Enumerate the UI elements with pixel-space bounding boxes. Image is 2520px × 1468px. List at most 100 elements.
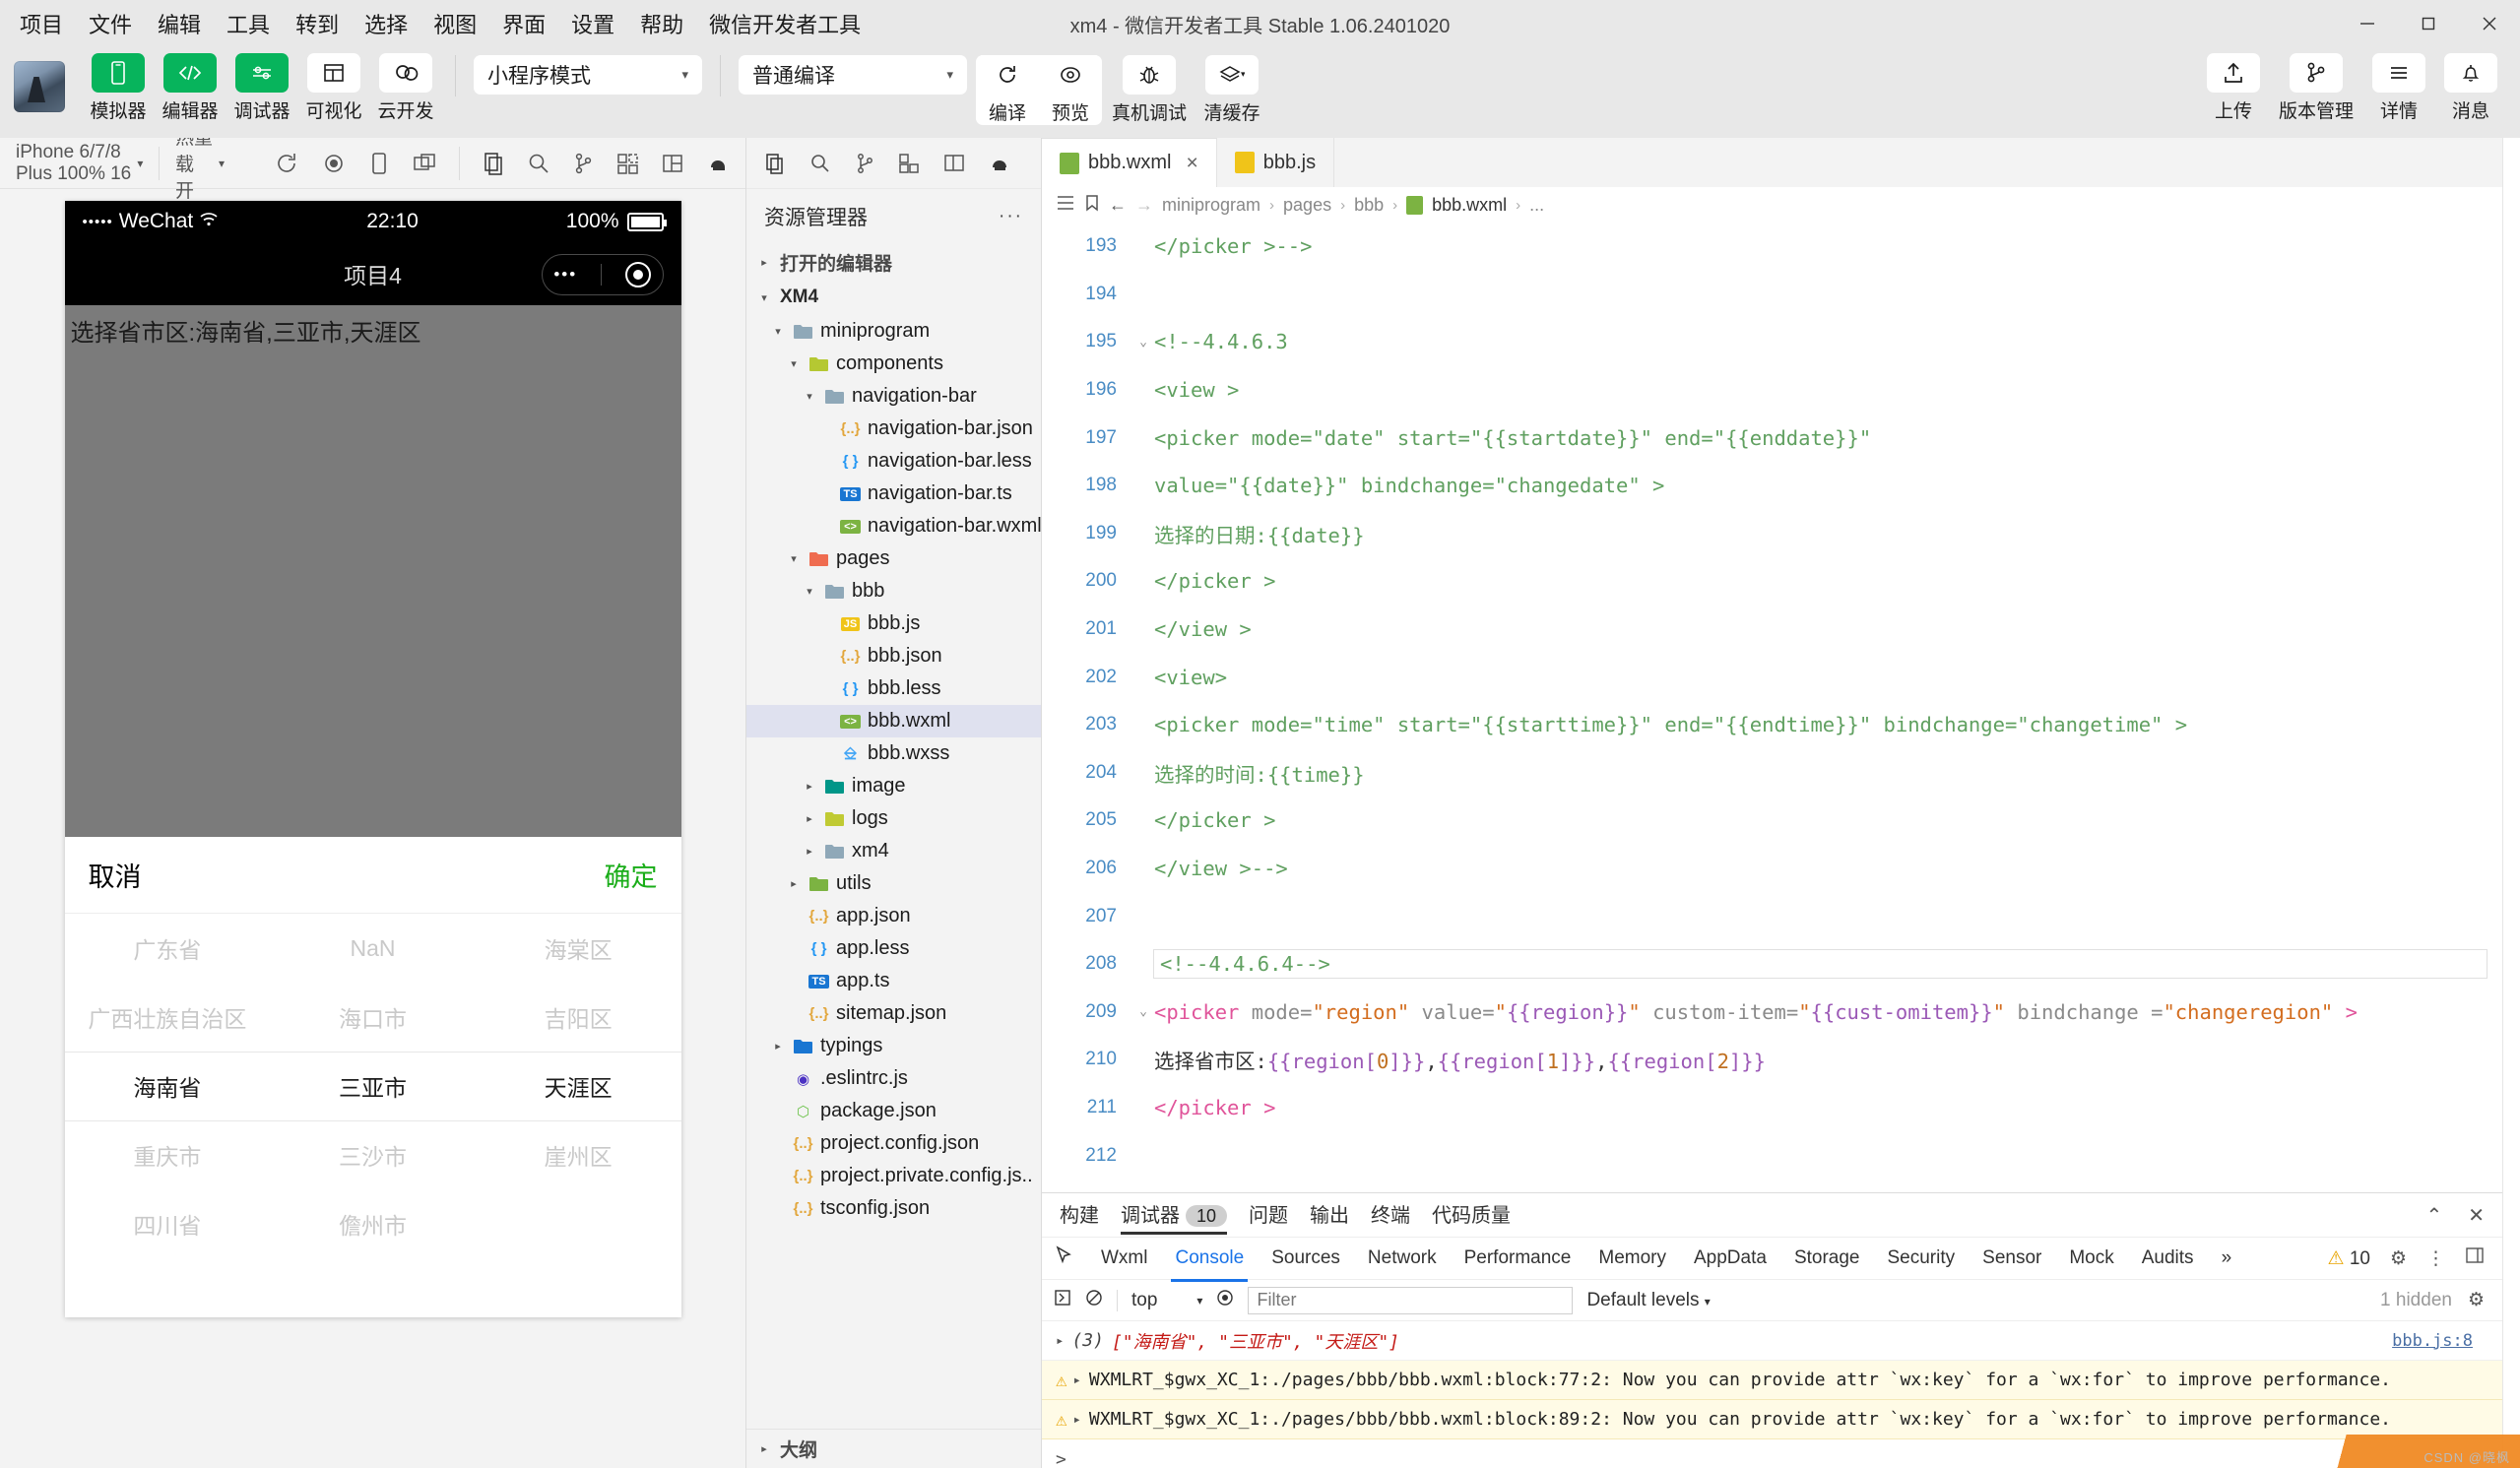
panel-tab-build[interactable]: 构建 [1060, 1199, 1099, 1232]
breadcrumb-miniprogram[interactable]: miniprogram [1162, 195, 1260, 216]
breadcrumb-bbb[interactable]: bbb [1354, 195, 1384, 216]
tree-item-miniprogram[interactable]: ▾ miniprogram [746, 315, 1041, 348]
close-icon[interactable] [2459, 0, 2520, 47]
compile-select[interactable]: 普通编译 ▾ [739, 55, 967, 95]
tree-item-typings[interactable]: ▸ typings [746, 1030, 1041, 1062]
dock-icon[interactable] [2465, 1246, 2485, 1270]
console-log-source[interactable]: bbb.js:8 [2392, 1331, 2473, 1351]
chevron-right-icon[interactable]: ▸ [802, 812, 817, 825]
wheel-column-district[interactable]: 海棠区 吉阳区 天涯区 崖州区 [476, 914, 681, 1317]
levels-select[interactable]: Default levels ▾ [1586, 1290, 1710, 1311]
wheel-item[interactable]: 广东省 [65, 914, 271, 983]
tree-item-app-json[interactable]: {..} app.json [746, 900, 1041, 932]
code-line[interactable]: 196 <view > [1042, 366, 2502, 415]
bookmark-icon[interactable] [1084, 194, 1100, 217]
menu-item-select[interactable]: 选择 [364, 8, 408, 39]
inspector-tab-security[interactable]: Security [1888, 1247, 1956, 1269]
wheel-item[interactable]: 海棠区 [476, 914, 681, 983]
tree-item-xm4[interactable]: ▸ xm4 [746, 835, 1041, 867]
inspector-tab-sources[interactable]: Sources [1271, 1247, 1340, 1269]
wheel-item[interactable]: NaN [270, 914, 476, 983]
gear-icon[interactable]: ⚙ [2468, 1289, 2485, 1311]
copy-file-icon[interactable] [482, 151, 505, 176]
code-line[interactable]: 201 </view > [1042, 606, 2502, 654]
back-icon[interactable]: ← [1109, 195, 1127, 216]
hot-reload-select[interactable]: 热重载 开 ▾ [160, 128, 240, 202]
record-icon[interactable] [321, 151, 347, 176]
device-select[interactable]: iPhone 6/7/8 Plus 100% 16 ▾ [0, 138, 159, 189]
inspector-tab-console[interactable]: Console [1171, 1247, 1248, 1282]
tree-item-bbb-less[interactable]: { } bbb.less [746, 672, 1041, 705]
execute-icon[interactable] [1054, 1289, 1071, 1312]
toggle-cloud[interactable]: 云开发 [374, 53, 437, 123]
tree-item-components[interactable]: ▾ components [746, 348, 1041, 380]
fold-toggle-icon[interactable]: ⌄ [1132, 1004, 1154, 1019]
code-line[interactable]: 199 选择的日期:{{date}} [1042, 510, 2502, 558]
tree-item-image[interactable]: ▸ image [746, 770, 1041, 802]
inspector-overflow-icon[interactable]: » [2222, 1247, 2232, 1269]
section-open-editors[interactable]: ▸ 打开的编辑器 [746, 244, 1041, 280]
tree-item-navigation-bar-json[interactable]: {..} navigation-bar.json [746, 413, 1041, 445]
more-icon[interactable]: ⋮ [2426, 1247, 2445, 1270]
console-log-row[interactable]: ▸ (3) ["海南省", "三亚市", "天涯区"] bbb.js:8 [1042, 1321, 2502, 1361]
chevron-down-icon[interactable]: ▾ [802, 390, 817, 403]
code-line[interactable]: 210 选择省市区:{{region[0]}},{{region[1]}},{{r… [1042, 1036, 2502, 1084]
list-icon[interactable] [1056, 194, 1075, 217]
toggle-simulator[interactable]: 模拟器 [87, 53, 150, 123]
more-icon[interactable]: ··· [999, 206, 1023, 227]
inspect-element-icon[interactable] [1054, 1245, 1073, 1271]
panel-tab-debugger[interactable]: 调试器 10 [1121, 1199, 1228, 1235]
tree-item-tsconfig-json[interactable]: {..} tsconfig.json [746, 1192, 1041, 1225]
rotate-icon[interactable] [274, 151, 299, 176]
capsule-menu[interactable]: ••• [541, 254, 664, 295]
breadcrumb-file[interactable]: bbb.wxml [1432, 195, 1507, 216]
chevron-down-icon[interactable]: ▾ [786, 552, 802, 565]
tree-item-navigation-bar-less[interactable]: { } navigation-bar.less [746, 445, 1041, 478]
wheel-item[interactable]: 三沙市 [270, 1120, 476, 1189]
tree-item-navigation-bar-ts[interactable]: TS navigation-bar.ts [746, 478, 1041, 510]
toggle-debugger[interactable]: 调试器 [230, 53, 293, 123]
wheel-item[interactable]: 崖州区 [476, 1120, 681, 1189]
menu-item-devtools[interactable]: 微信开发者工具 [709, 8, 861, 39]
wheel-item[interactable]: 广西壮族自治区 [65, 983, 271, 1052]
clear-cache-button[interactable]: ▾ 清缓存 [1196, 55, 1267, 125]
file-tree[interactable]: ▾ miniprogram ▾ components ▾ navigation-bar {.… [746, 315, 1041, 1429]
context-select[interactable]: top ▾ [1131, 1290, 1202, 1311]
details-button[interactable]: 详情 [2367, 53, 2430, 123]
upload-button[interactable]: 上传 [2202, 53, 2265, 123]
code-line[interactable]: 202 <view> [1042, 653, 2502, 701]
tree-item-project-config-json[interactable]: {..} project.config.json [746, 1127, 1041, 1160]
forward-icon[interactable]: → [1135, 195, 1153, 216]
version-button[interactable]: 版本管理 [2274, 53, 2358, 123]
code-line[interactable]: 211 </picker > [1042, 1084, 2502, 1132]
inspector-tab-audits[interactable]: Audits [2142, 1247, 2194, 1269]
section-project-root[interactable]: ▾ XM4 [746, 280, 1041, 315]
code-line[interactable]: 206 </view >--> [1042, 845, 2502, 893]
menu-item-interface[interactable]: 界面 [502, 8, 546, 39]
debug-icon[interactable] [943, 153, 965, 174]
close-icon[interactable]: × [1186, 152, 1197, 175]
copy-file-icon[interactable] [764, 152, 786, 175]
wheel-item-selected[interactable]: 天涯区 [476, 1052, 681, 1120]
avatar[interactable] [14, 61, 65, 112]
inspector-tab-memory[interactable]: Memory [1598, 1247, 1666, 1269]
code-line[interactable]: 203 <picker mode="time" start="{{starttim… [1042, 701, 2502, 749]
tree-item-bbb[interactable]: ▾ bbb [746, 575, 1041, 607]
clear-icon[interactable] [1085, 1289, 1103, 1312]
gear-icon[interactable]: ⚙ [2390, 1247, 2407, 1270]
tree-item-bbb-json[interactable]: {..} bbb.json [746, 640, 1041, 672]
chevron-right-icon[interactable]: ▸ [802, 780, 817, 793]
cloud-hand-icon[interactable] [706, 152, 732, 175]
device-icon[interactable] [368, 151, 390, 176]
eye-icon[interactable] [1216, 1289, 1234, 1312]
filter-input[interactable]: Filter [1248, 1286, 1574, 1314]
toggle-visual[interactable]: 可视化 [302, 53, 365, 123]
tree-item-bbb-wxml[interactable]: <> bbb.wxml [746, 705, 1041, 737]
wheel-item[interactable] [476, 1189, 681, 1258]
wheel-item-selected[interactable]: 三亚市 [270, 1052, 476, 1120]
search-icon[interactable] [527, 152, 550, 175]
extensions-icon[interactable] [615, 152, 639, 175]
tree-item-sitemap-json[interactable]: {..} sitemap.json [746, 997, 1041, 1030]
code-line[interactable]: 200 </picker > [1042, 557, 2502, 606]
menu-item-edit[interactable]: 编辑 [158, 8, 201, 39]
